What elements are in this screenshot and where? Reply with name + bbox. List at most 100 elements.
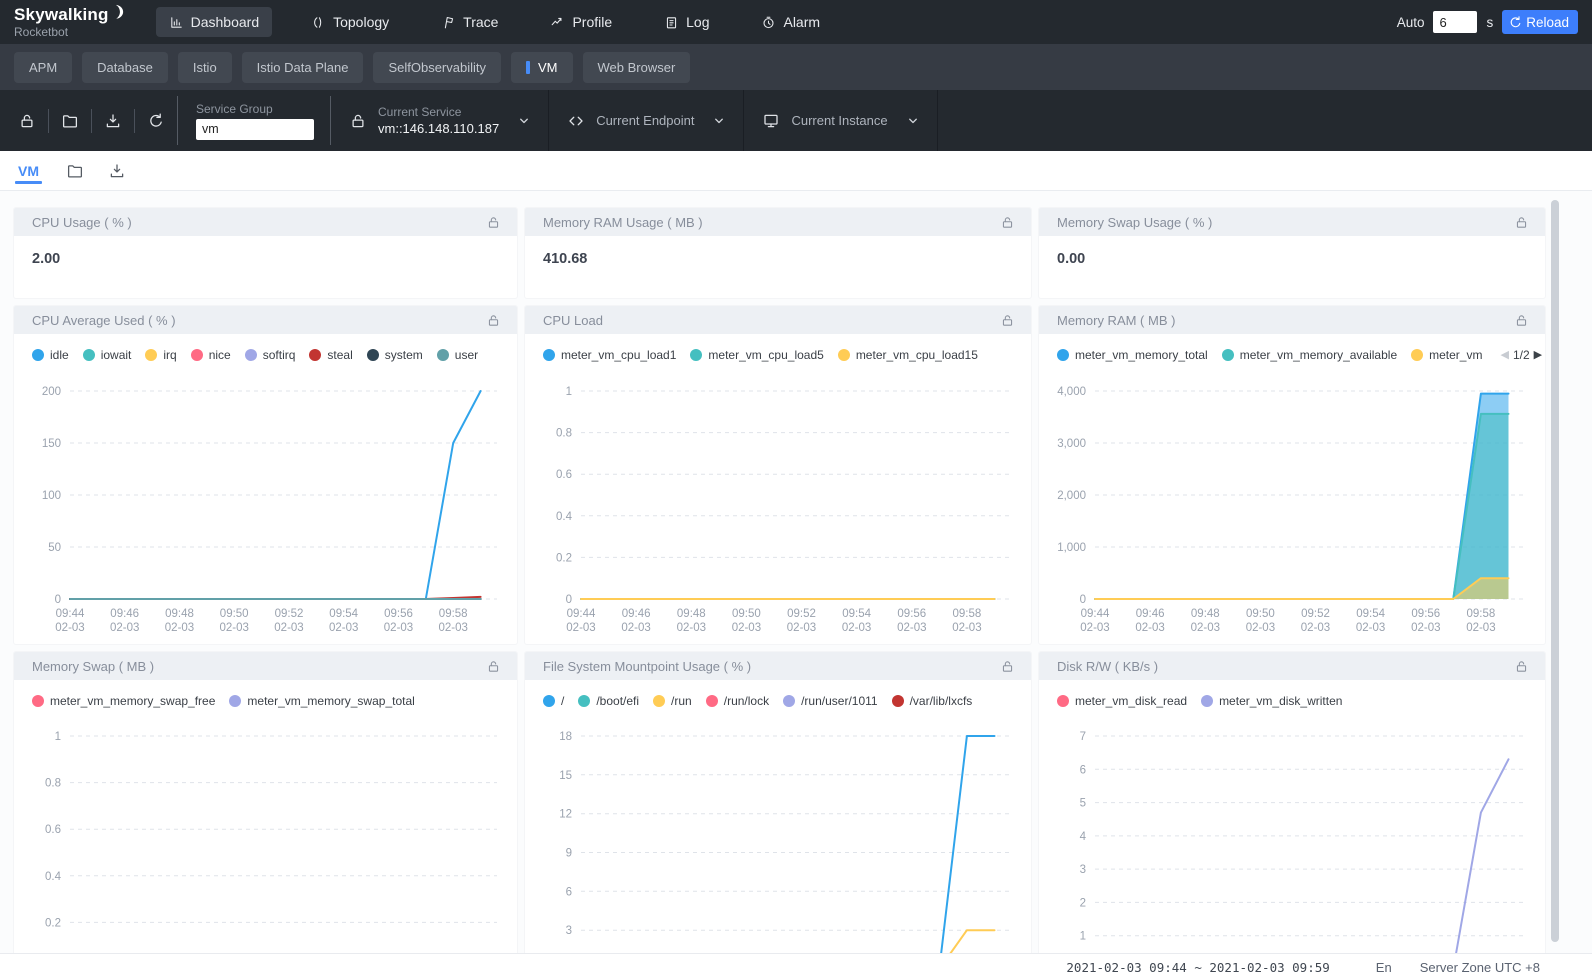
legend-dot [1411, 349, 1423, 361]
lock-icon[interactable] [486, 313, 501, 328]
folder-icon[interactable] [66, 162, 84, 180]
svg-text:02-03: 02-03 [329, 622, 358, 634]
legend-meter-vm-cpu-load5[interactable]: meter_vm_cpu_load5 [690, 348, 823, 362]
legend-dot [690, 349, 702, 361]
legend-meter-vm-memory-available[interactable]: meter_vm_memory_available [1222, 348, 1397, 362]
dashboard-tab-apm[interactable]: APM [14, 52, 72, 83]
svg-text:3,000: 3,000 [1057, 438, 1086, 450]
legend-dot [83, 349, 95, 361]
legend-run[interactable]: /run [653, 694, 692, 708]
svg-text:02-03: 02-03 [219, 622, 248, 634]
lock-icon[interactable] [486, 215, 501, 230]
svg-text:1: 1 [1080, 931, 1086, 943]
folder-icon[interactable] [49, 112, 91, 130]
dashboard-tab-selfobservability[interactable]: SelfObservability [373, 52, 501, 83]
legend-dot [309, 349, 321, 361]
legend-run-lock[interactable]: /run/lock [706, 694, 769, 708]
legend-meter-vm-disk-read[interactable]: meter_vm_disk_read [1057, 694, 1187, 708]
legend-meter-vm-memory-swap-total[interactable]: meter_vm_memory_swap_total [229, 694, 414, 708]
legend-meter-vm-memory-total[interactable]: meter_vm_memory_total [1057, 348, 1208, 362]
chart-card-memory-ram: Memory RAM ( MB ) meter_vm_memory_total … [1039, 306, 1545, 644]
chart-legend: / /boot/efi /run /run/lock /run/user/101… [525, 680, 1031, 713]
legend-dot [543, 695, 555, 707]
svg-text:02-03: 02-03 [55, 622, 84, 634]
svg-text:6: 6 [1080, 764, 1086, 776]
monitor-icon [762, 112, 780, 130]
metric-value: 410.68 [525, 236, 1031, 267]
import-icon[interactable] [92, 112, 134, 130]
server-zone-selector[interactable]: Server Zone UTC +8 [1420, 960, 1540, 975]
chart-legend: idle iowait irq nice softirq steal syste… [14, 334, 517, 367]
dashboard-tab-istio-data-plane[interactable]: Istio Data Plane [242, 52, 364, 83]
svg-text:1: 1 [55, 731, 61, 743]
lock-icon[interactable] [1000, 659, 1015, 674]
scrollbar-thumb[interactable] [1551, 200, 1559, 942]
current-service-select[interactable]: Current Service vm::146.148.110.187 [331, 90, 548, 151]
lock-icon[interactable] [1000, 215, 1015, 230]
svg-text:0.4: 0.4 [45, 871, 62, 883]
svg-text:0: 0 [55, 594, 61, 606]
nav-item-trace[interactable]: Trace [428, 7, 511, 37]
legend-dot [437, 349, 449, 361]
legend-steal[interactable]: steal [309, 348, 352, 362]
dashboard-tab-istio[interactable]: Istio [178, 52, 232, 83]
lock-icon[interactable] [1514, 215, 1529, 230]
legend-user[interactable]: user [437, 348, 478, 362]
lock-icon[interactable] [486, 659, 501, 674]
lock-icon[interactable] [1514, 313, 1529, 328]
legend-meter-vm-memory-swap-free[interactable]: meter_vm_memory_swap_free [32, 694, 215, 708]
svg-text:5: 5 [1080, 798, 1086, 810]
legend-var-lib-lxcfs[interactable]: /var/lib/lxcfs [892, 694, 973, 708]
dashboard-tabs: APM Database Istio Istio Data Plane SelfObse… [0, 44, 1592, 90]
chart-legend: meter_vm_cpu_load1 meter_vm_cpu_load5 me… [525, 334, 1031, 367]
legend-prev-icon[interactable]: ◀ [1500, 348, 1508, 361]
svg-text:3: 3 [566, 925, 572, 937]
nav-item-log[interactable]: Log [651, 7, 722, 37]
legend-irq[interactable]: irq [145, 348, 176, 362]
lock-icon[interactable] [6, 112, 48, 130]
import-icon[interactable] [108, 162, 126, 180]
legend-nice[interactable]: nice [191, 348, 231, 362]
dashboard-tab-vm[interactable]: VM [511, 52, 573, 83]
current-endpoint-select[interactable]: Current Endpoint [549, 90, 743, 151]
nav-item-topology[interactable]: Topology [298, 7, 402, 37]
legend-[interactable]: / [543, 694, 564, 708]
legend-iowait[interactable]: iowait [83, 348, 132, 362]
svg-text:09:46: 09:46 [1136, 608, 1165, 620]
language-toggle[interactable]: En [1376, 960, 1392, 975]
chart-cpu-load: 00.20.40.60.8109:4402-0309:4602-0309:480… [525, 367, 1031, 643]
legend-meter-vm-cpu-load15[interactable]: meter_vm_cpu_load15 [838, 348, 978, 362]
legend-idle[interactable]: idle [32, 348, 69, 362]
service-group-input[interactable] [196, 119, 314, 140]
svg-text:02-03: 02-03 [165, 622, 194, 634]
nav-item-profile[interactable]: Profile [537, 7, 625, 37]
legend-system[interactable]: system [367, 348, 423, 362]
svg-text:02-03: 02-03 [842, 622, 871, 634]
reload-button[interactable]: Reload [1502, 10, 1578, 34]
nav-item-alarm[interactable]: Alarm [748, 7, 833, 37]
refresh-icon[interactable] [135, 112, 177, 130]
trend-icon [550, 15, 565, 30]
legend-run-user-1011[interactable]: /run/user/1011 [783, 694, 878, 708]
dashboard-tab-database[interactable]: Database [82, 52, 168, 83]
chart-legend: meter_vm_memory_swap_free meter_vm_memor… [14, 680, 517, 713]
chart-filesystem-mountpoint-usage: 036912151809:4402-0309:4602-0309:4802-03… [525, 713, 1031, 980]
current-instance-select[interactable]: Current Instance [744, 90, 936, 151]
nav-item-dashboard[interactable]: Dashboard [156, 7, 273, 37]
legend-boot-efi[interactable]: /boot/efi [578, 694, 639, 708]
card-header: CPU Usage ( % ) [14, 208, 517, 236]
time-range-picker[interactable]: 2021-02-03 09:44 ~ 2021-02-03 09:59 [1066, 960, 1329, 975]
tab-vm[interactable]: VM [15, 151, 42, 190]
legend-next-icon[interactable]: ▶ [1534, 348, 1542, 361]
dashboard-tab-web-browser[interactable]: Web Browser [583, 52, 691, 83]
svg-text:09:54: 09:54 [842, 608, 871, 620]
lock-icon[interactable] [1000, 313, 1015, 328]
lock-icon[interactable] [1514, 659, 1529, 674]
auto-interval-input[interactable] [1433, 11, 1477, 33]
legend-meter-vm[interactable]: meter_vm [1411, 348, 1482, 362]
legend-meter-vm-disk-written[interactable]: meter_vm_disk_written [1201, 694, 1342, 708]
legend-meter-vm-cpu-load1[interactable]: meter_vm_cpu_load1 [543, 348, 676, 362]
legend-softirq[interactable]: softirq [245, 348, 296, 362]
svg-text:02-03: 02-03 [1191, 622, 1220, 634]
svg-text:09:54: 09:54 [1356, 608, 1385, 620]
